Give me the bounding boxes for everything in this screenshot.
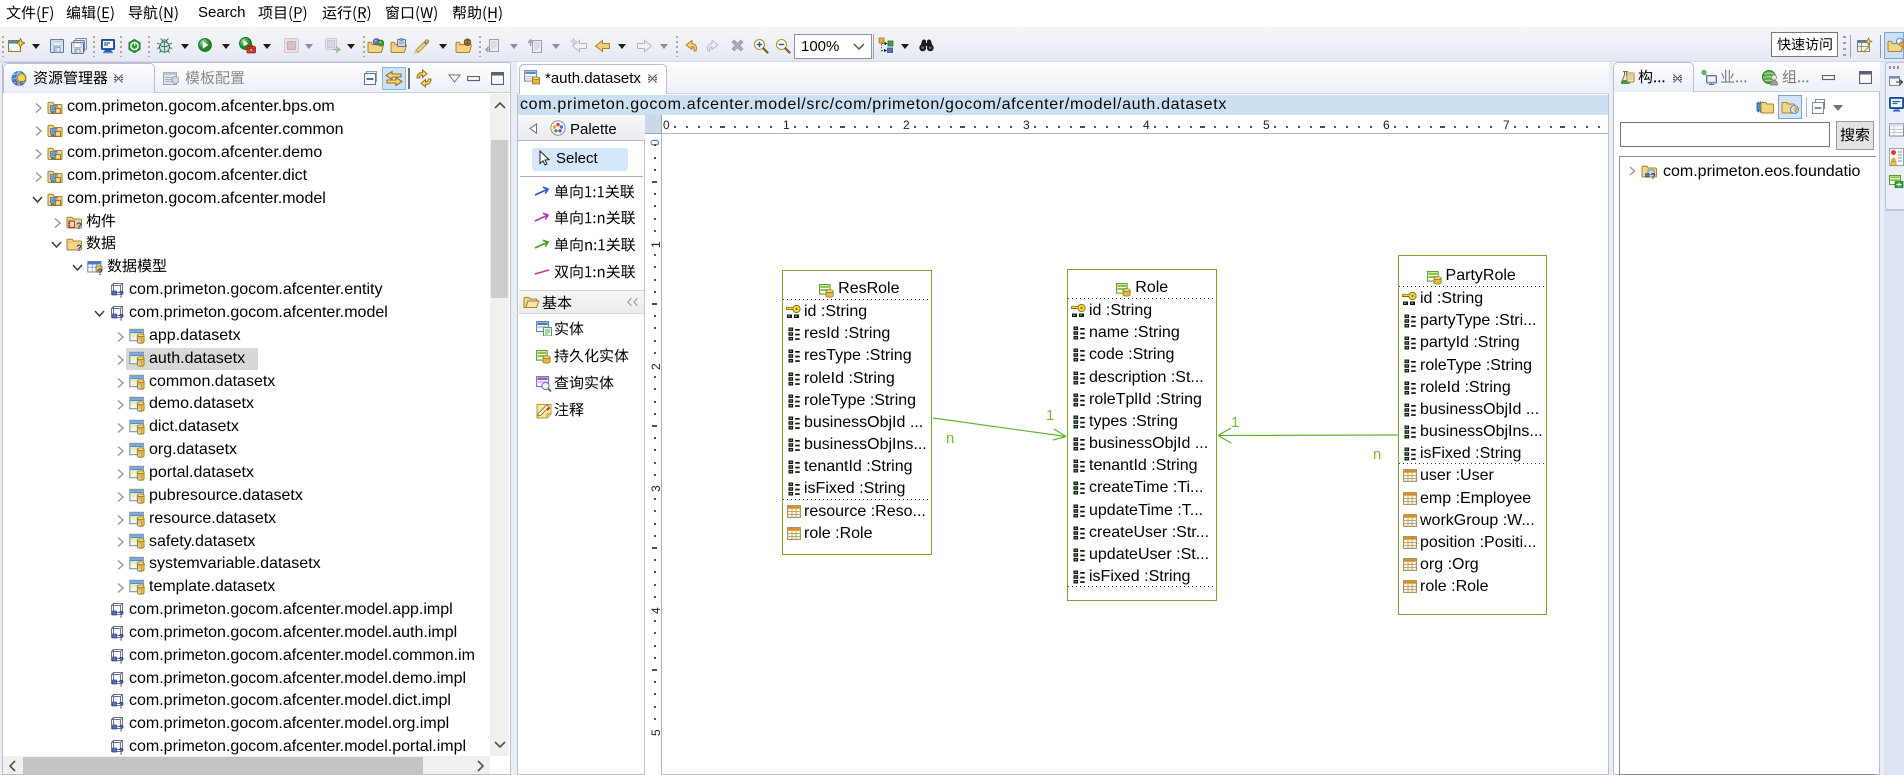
svg-text:?: ? (119, 678, 125, 687)
svg-text:n: n (1373, 446, 1381, 463)
svg-text:?: ? (119, 632, 125, 641)
svg-text:?: ? (98, 267, 104, 275)
svg-text:?: ? (119, 655, 125, 664)
svg-text:?: ? (119, 610, 125, 619)
svg-text:n: n (946, 430, 954, 447)
svg-text:?: ? (119, 724, 125, 733)
svg-text:1: 1 (1231, 414, 1239, 431)
svg-text:?: ? (119, 701, 125, 710)
svg-text:?: ? (76, 244, 82, 253)
svg-text:?: ? (119, 747, 125, 756)
svg-text:1: 1 (1046, 407, 1054, 424)
svg-text:?: ? (76, 221, 82, 230)
svg-text:?: ? (1651, 171, 1656, 179)
svg-text:?: ? (119, 290, 125, 299)
svg-text:?: ? (119, 312, 125, 321)
